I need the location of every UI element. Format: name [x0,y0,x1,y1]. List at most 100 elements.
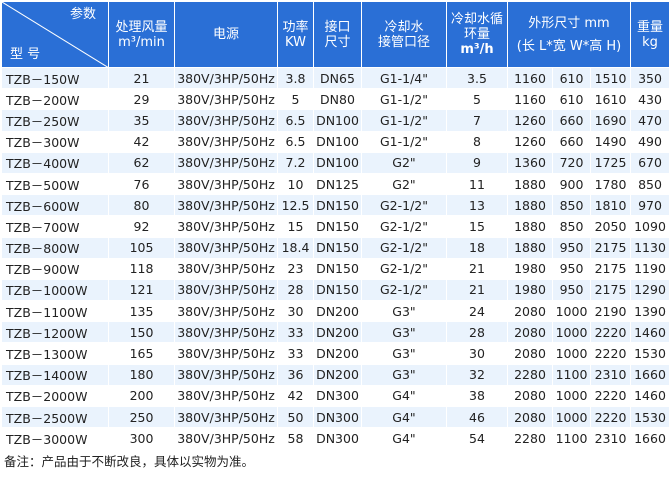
length-cell: 1880 [507,236,553,259]
power-supply-cell: 380V/3HP/50Hz [174,257,278,280]
length-cell: 1880 [507,215,553,238]
header-power-label: 功率 [282,19,309,35]
height-cell: 2190 [590,300,631,323]
model-cell: TZB－2500W [1,405,109,429]
weight-cell: 1390 [630,300,670,323]
coolpipe-cell: G3" [361,342,447,365]
header-dimensions: 外形尺寸 mm (长 L*宽 W*高 H) [507,1,631,68]
coolpipe-cell: G1-1/2" [361,130,447,153]
airflow-cell: 165 [108,342,175,365]
power-supply-cell: 380V/3HP/50Hz [174,405,278,429]
table-row: TZB－1000W 121 380V/3HP/50Hz 28 DN150 G2-1/2" 2… [1,278,670,302]
power-supply-cell: 380V/3HP/50Hz [174,300,278,323]
header-weight-unit: kg [642,34,658,50]
model-cell: TZB－2000W [1,384,109,408]
header-power-supply: 电源 [174,1,278,68]
circulation-cell: 30 [446,342,508,365]
airflow-cell: 250 [108,405,175,429]
port-cell: DN150 [313,194,362,217]
model-cell: TZB－1100W [1,300,109,323]
table-row: TZB－150W 21 380V/3HP/50Hz 3.8 DN65 G1-1/4" 3.5… [1,66,670,90]
length-cell: 1160 [507,66,553,90]
coolpipe-cell: G2-1/2" [361,236,447,259]
table-row: TZB－250W 35 380V/3HP/50Hz 6.5 DN100 G1-1/2" 7 1… [1,109,670,132]
airflow-cell: 42 [108,130,175,153]
circulation-cell: 13 [446,194,508,217]
weight-cell: 1530 [630,405,670,429]
coolpipe-cell: G2-1/2" [361,278,447,302]
model-cell: TZB－900W [1,257,109,280]
table-row: TZB－2000W 200 380V/3HP/50Hz 42 DN300 G4" 38 208… [1,384,670,408]
header-circulation-unit: m³/h [460,42,494,57]
weight-cell: 490 [630,130,670,153]
height-cell: 1780 [590,172,631,196]
circulation-cell: 18 [446,236,508,259]
length-cell: 1880 [507,194,553,217]
circulation-cell: 3.5 [446,66,508,90]
length-cell: 1360 [507,151,553,174]
weight-cell: 1460 [630,384,670,408]
height-cell: 2220 [590,342,631,365]
weight-cell: 430 [630,88,670,111]
table-row: TZB－700W 92 380V/3HP/50Hz 15 DN150 G2-1/2" 15 1… [1,215,670,238]
height-cell: 1690 [590,109,631,132]
port-cell: DN100 [313,109,362,132]
power-supply-cell: 380V/3HP/50Hz [174,130,278,153]
coolpipe-cell: G1-1/4" [361,66,447,90]
power-supply-cell: 380V/3HP/50Hz [174,363,278,386]
table-row: TZB－3000W 300 380V/3HP/50Hz 58 DN300 G4" 54 228… [1,427,670,450]
power-supply-cell: 380V/3HP/50Hz [174,66,278,90]
power-cell: 36 [277,363,314,386]
power-supply-cell: 380V/3HP/50Hz [174,342,278,365]
header-coolpipe-label2: 接管口径 [377,34,430,50]
airflow-cell: 300 [108,427,175,450]
power-supply-cell: 380V/3HP/50Hz [174,194,278,217]
length-cell: 2080 [507,405,553,429]
model-cell: TZB－800W [1,236,109,259]
width-cell: 850 [552,215,591,238]
header-airflow: 处理风量 m³/min [108,1,175,68]
height-cell: 2175 [590,257,631,280]
table-row: TZB－200W 29 380V/3HP/50Hz 5 DN80 G1-1/2" 5 1160… [1,88,670,111]
power-supply-cell: 380V/3HP/50Hz [174,151,278,174]
airflow-cell: 80 [108,194,175,217]
airflow-cell: 200 [108,384,175,408]
weight-cell: 850 [630,172,670,196]
port-cell: DN65 [313,66,362,90]
height-cell: 2175 [590,278,631,302]
airflow-cell: 62 [108,151,175,174]
circulation-cell: 32 [446,363,508,386]
height-cell: 1510 [590,66,631,90]
coolpipe-cell: G3" [361,363,447,386]
table-body: TZB－150W 21 380V/3HP/50Hz 3.8 DN65 G1-1/4" 3.5… [1,66,670,450]
height-cell: 2310 [590,427,631,450]
width-cell: 1100 [552,363,591,386]
circulation-cell: 5 [446,88,508,111]
width-cell: 1000 [552,300,591,323]
port-cell: DN80 [313,88,362,111]
circulation-cell: 28 [446,321,508,344]
table-row: TZB－500W 76 380V/3HP/50Hz 10 DN125 G2" 11 1880 9… [1,172,670,196]
width-cell: 1100 [552,427,591,450]
model-cell: TZB－600W [1,194,109,217]
width-cell: 1000 [552,405,591,429]
power-cell: 58 [277,427,314,450]
model-cell: TZB－400W [1,151,109,174]
power-cell: 42 [277,384,314,408]
length-cell: 1260 [507,130,553,153]
weight-cell: 1660 [630,363,670,386]
weight-cell: 1660 [630,427,670,450]
power-cell: 6.5 [277,130,314,153]
coolpipe-cell: G2-1/2" [361,194,447,217]
header-weight: 重量 kg [630,1,670,68]
power-cell: 6.5 [277,109,314,132]
weight-cell: 1190 [630,257,670,280]
table-header: 参数 型 号 处理风量 m³/min 电源 功率 KW 接口 尺寸 冷却水 接管… [1,1,670,68]
table-row: TZB－600W 80 380V/3HP/50Hz 12.5 DN150 G2-1/2" 1… [1,194,670,217]
header-circulation: 冷却水循 环量 m³/h [446,1,508,68]
spec-table: 参数 型 号 处理风量 m³/min 电源 功率 KW 接口 尺寸 冷却水 接管… [1,1,670,450]
width-cell: 660 [552,130,591,153]
airflow-cell: 29 [108,88,175,111]
circulation-cell: 9 [446,151,508,174]
length-cell: 2080 [507,342,553,365]
